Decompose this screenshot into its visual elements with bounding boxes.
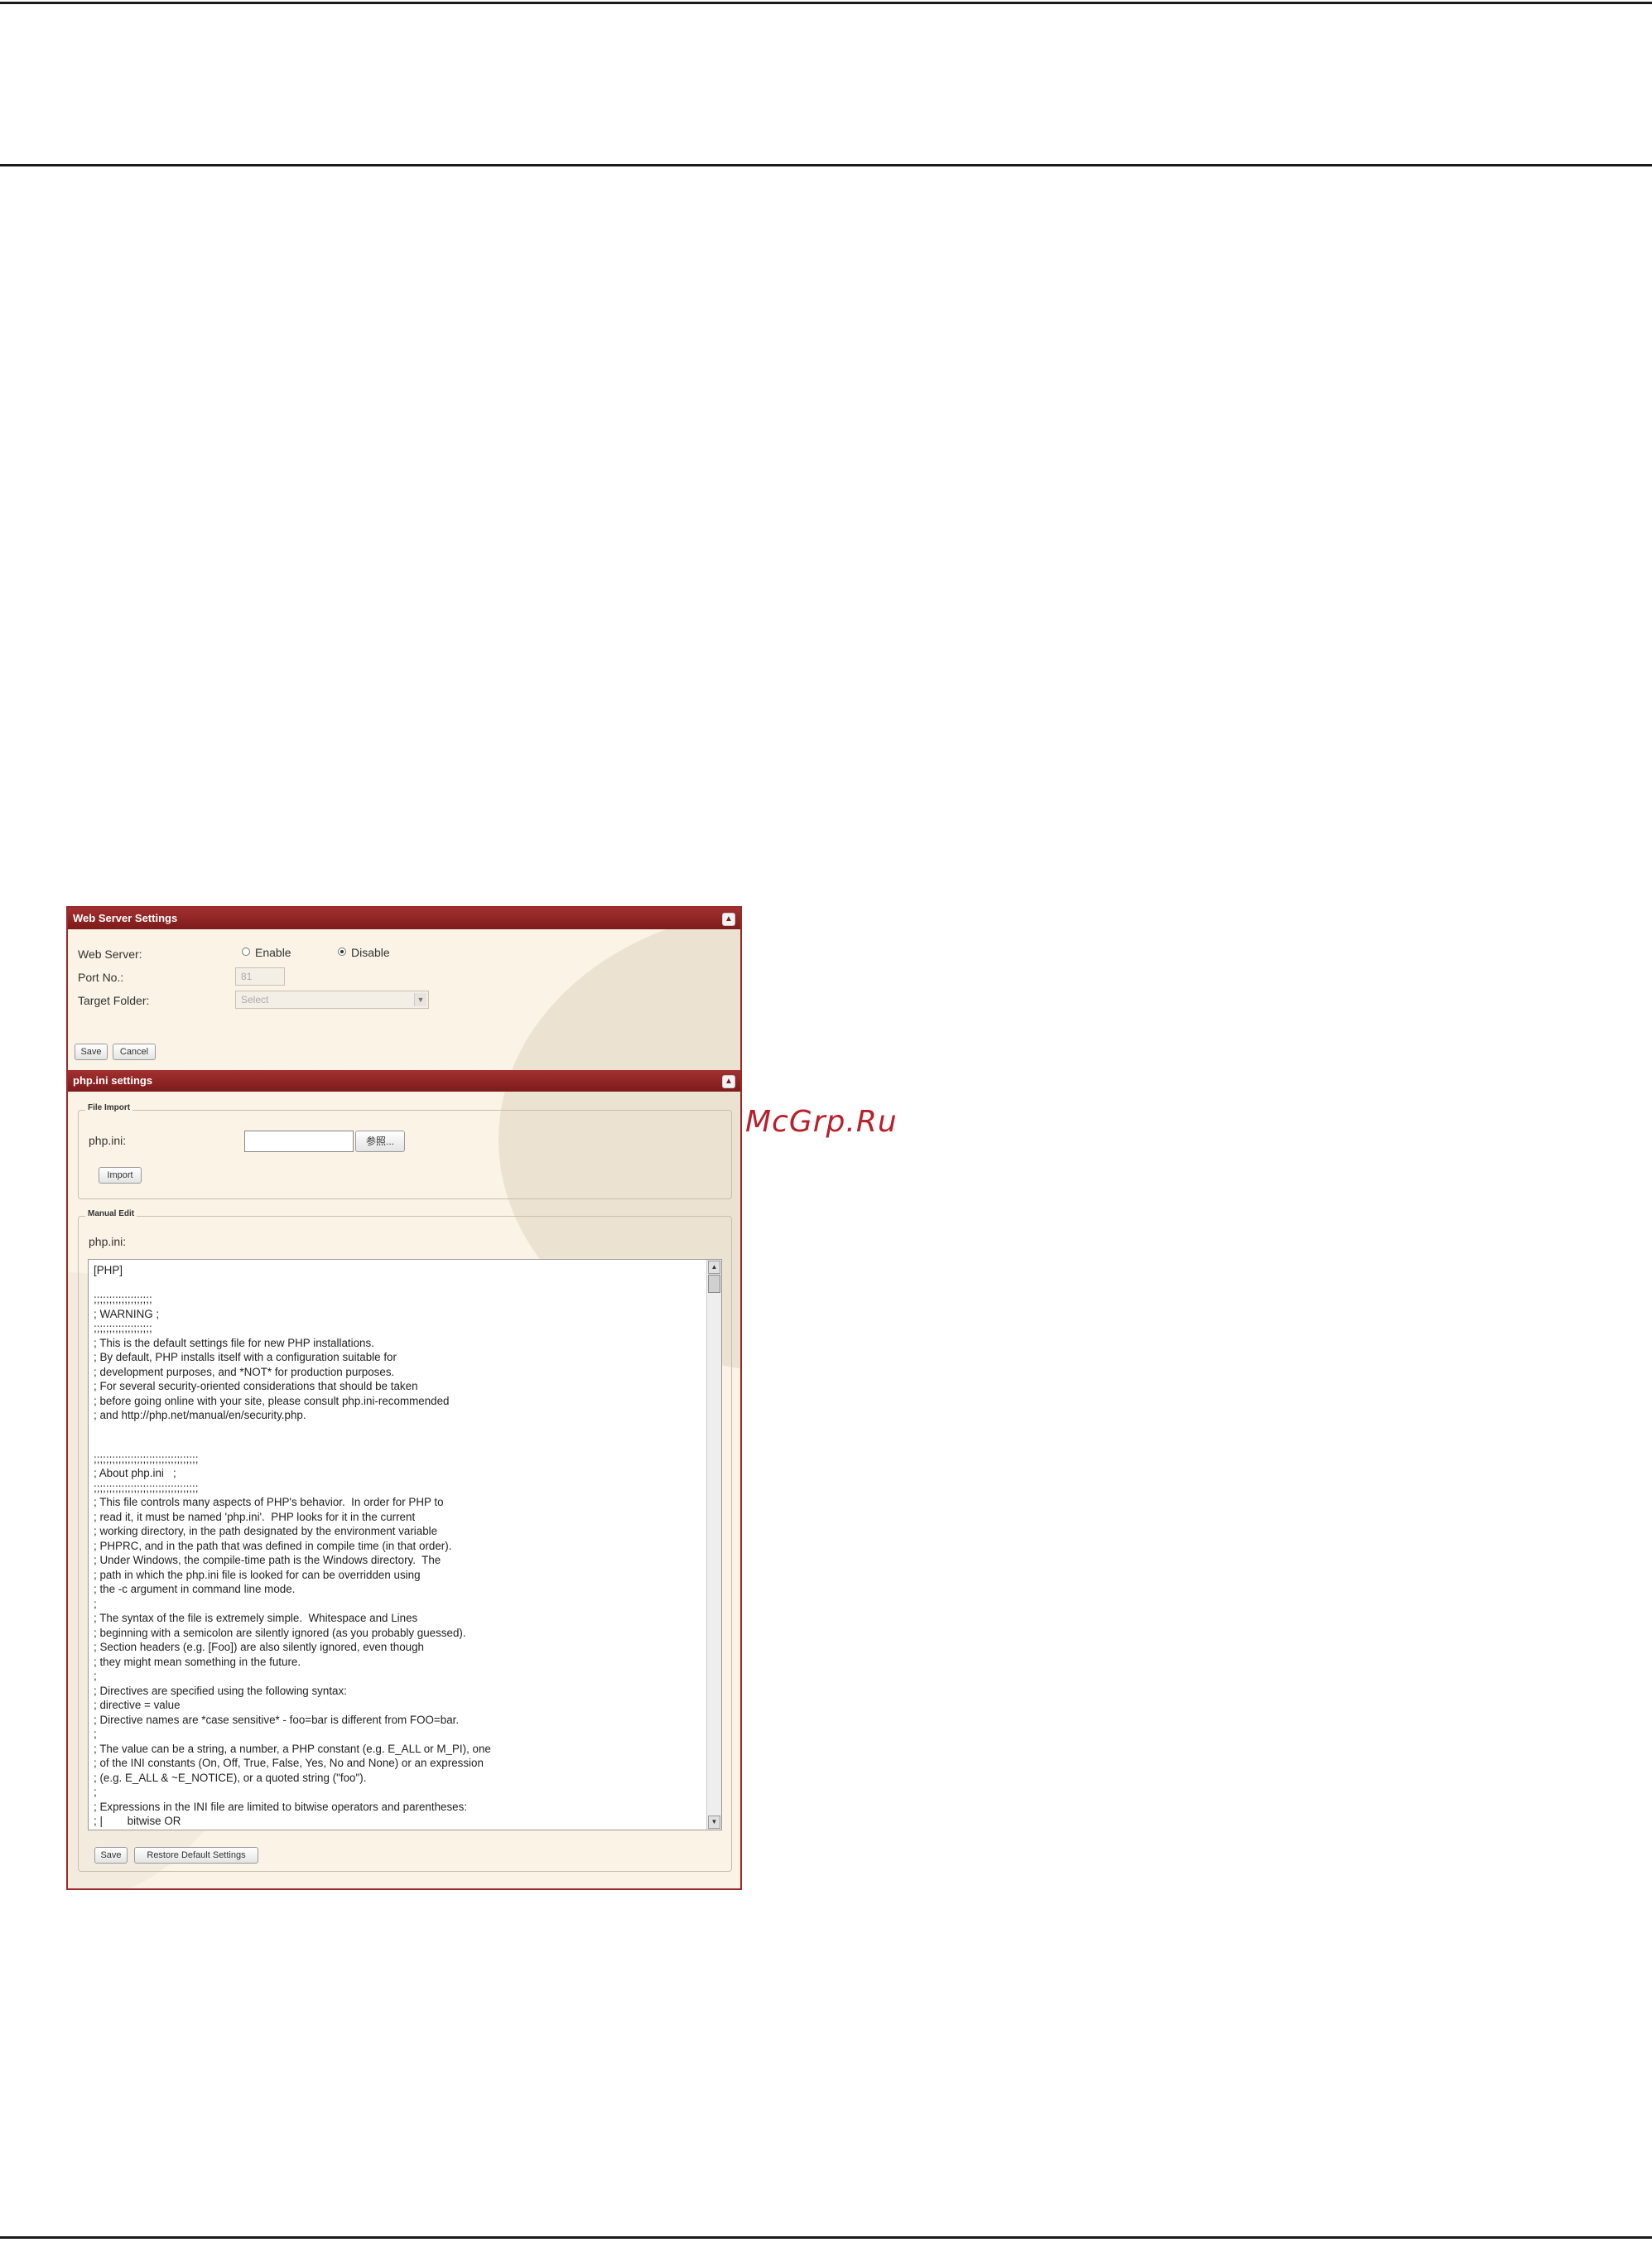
php-panel-title: php.ini settings xyxy=(73,1074,153,1087)
file-import-label: php.ini: xyxy=(89,1134,127,1147)
code-line: ; path in which the php.ini file is look… xyxy=(94,1568,421,1581)
code-line: ; xyxy=(94,1597,97,1610)
code-line: ; directive = value xyxy=(94,1699,181,1711)
code-line: ; This file controls many aspects of PHP… xyxy=(94,1496,444,1508)
enable-radio[interactable] xyxy=(242,948,250,956)
web-server-label: Web Server: xyxy=(78,948,142,961)
disable-label: Disable xyxy=(351,946,390,959)
settings-screenshot: Web Server Settings ▲ Web Server: Enable… xyxy=(66,906,742,1890)
file-import-legend: File Import xyxy=(85,1103,133,1112)
collapse-icon[interactable]: ▲ xyxy=(722,1075,735,1088)
code-line: ; Expressions in the INI file are limite… xyxy=(94,1800,468,1813)
code-line: ; Directives are specified using the fol… xyxy=(94,1684,347,1697)
code-line: ; | bitwise OR xyxy=(94,1815,181,1827)
target-folder-value: Select xyxy=(241,994,269,1005)
browse-button[interactable]: 参照... xyxy=(355,1131,405,1152)
top-rule xyxy=(0,2,1652,4)
file-import-fieldset: File Import php.ini: 参照... Import xyxy=(78,1103,732,1199)
code-line: ; beginning with a semicolon are silentl… xyxy=(94,1626,466,1639)
scroll-up-icon[interactable]: ▲ xyxy=(708,1261,720,1274)
code-line: ; About php.ini ; xyxy=(94,1467,176,1479)
port-label: Port No.: xyxy=(78,971,124,984)
collapse-icon[interactable]: ▲ xyxy=(722,913,735,926)
disable-radio[interactable] xyxy=(338,948,346,956)
port-input[interactable]: 81 xyxy=(235,967,285,986)
code-line: ; Directive names are *case sensitive* -… xyxy=(94,1713,460,1726)
code-line: ; xyxy=(94,1670,97,1682)
php-save-button[interactable]: Save xyxy=(94,1847,128,1864)
php-ini-content: [PHP];;;;;;;;;;;;;;;;;;; ; WARNING ;;;;;;… xyxy=(94,1263,690,1830)
code-line: ; read it, it must be named 'php.ini'. P… xyxy=(94,1510,416,1523)
code-line: ; they might mean something in the futur… xyxy=(94,1655,301,1668)
code-line: ; xyxy=(94,1728,97,1740)
code-line: ; By default, PHP installs itself with a… xyxy=(94,1351,397,1363)
scroll-down-icon[interactable]: ▼ xyxy=(708,1816,720,1829)
code-line: ; The value can be a string, a number, a… xyxy=(94,1742,491,1755)
code-line: ; the -c argument in command line mode. xyxy=(94,1583,296,1595)
code-line: ; PHPRC, and in the path that was define… xyxy=(94,1539,452,1552)
code-line: ;;;;;;;;;;;;;;;;;;; xyxy=(94,1293,152,1305)
php-ini-textarea[interactable]: [PHP];;;;;;;;;;;;;;;;;;; ; WARNING ;;;;;;… xyxy=(88,1259,722,1830)
watermark-text: McGrp.Ru xyxy=(745,1105,898,1139)
manual-edit-legend: Manual Edit xyxy=(85,1209,137,1218)
file-path-input[interactable] xyxy=(244,1131,354,1152)
code-line: ; (e.g. E_ALL & ~E_NOTICE), or a quoted … xyxy=(94,1771,367,1784)
scroll-thumb[interactable] xyxy=(708,1275,720,1293)
web-server-save-button[interactable]: Save xyxy=(75,1044,108,1060)
code-line: ; Under Windows, the compile-time path i… xyxy=(94,1554,441,1566)
code-line: ; working directory, in the path designa… xyxy=(94,1525,438,1537)
chevron-down-icon[interactable]: ▼ xyxy=(414,993,426,1006)
web-server-panel-title: Web Server Settings xyxy=(73,912,178,924)
header-rule xyxy=(0,164,1652,166)
import-button[interactable]: Import xyxy=(99,1167,142,1184)
code-line: ; For several security-oriented consider… xyxy=(94,1380,418,1392)
code-line: ; Section headers (e.g. [Foo]) are also … xyxy=(94,1641,424,1653)
code-line: ; & bitwise AND xyxy=(94,1829,690,1830)
code-line: ;;;;;;;;;;;;;;;;;;;;;;;;;;;;;;;;;; xyxy=(94,1481,199,1494)
target-folder-label: Target Folder: xyxy=(78,994,150,1007)
code-line: ; before going online with your site, pl… xyxy=(94,1394,450,1407)
code-line: ; and http://php.net/manual/en/security.… xyxy=(94,1409,306,1421)
bottom-rule xyxy=(0,2236,1652,2239)
code-line: ;;;;;;;;;;;;;;;;;;;;;;;;;;;;;;;;;; xyxy=(94,1452,199,1465)
editor-scrollbar[interactable]: ▲ ▼ xyxy=(706,1260,721,1830)
code-line: ; xyxy=(94,1786,97,1798)
code-line: ;;;;;;;;;;;;;;;;;;; xyxy=(94,1322,152,1334)
code-line: ; development purposes, and *NOT* for pr… xyxy=(94,1365,395,1378)
enable-label: Enable xyxy=(255,946,291,959)
web-server-cancel-button[interactable]: Cancel xyxy=(113,1044,156,1060)
web-server-panel-header: Web Server Settings ▲ xyxy=(68,908,740,929)
manual-edit-label: php.ini: xyxy=(89,1235,127,1248)
target-folder-select[interactable]: Select ▼ xyxy=(235,991,429,1009)
code-line: [PHP] xyxy=(94,1264,123,1276)
code-line: ; This is the default settings file for … xyxy=(94,1336,374,1349)
php-panel-header: php.ini settings ▲ xyxy=(68,1070,740,1092)
code-line: ; WARNING ; xyxy=(94,1307,160,1320)
restore-default-button[interactable]: Restore Default Settings xyxy=(134,1847,258,1864)
code-line: ; The syntax of the file is extremely si… xyxy=(94,1612,418,1624)
code-line: ; of the INI constants (On, Off, True, F… xyxy=(94,1757,484,1769)
